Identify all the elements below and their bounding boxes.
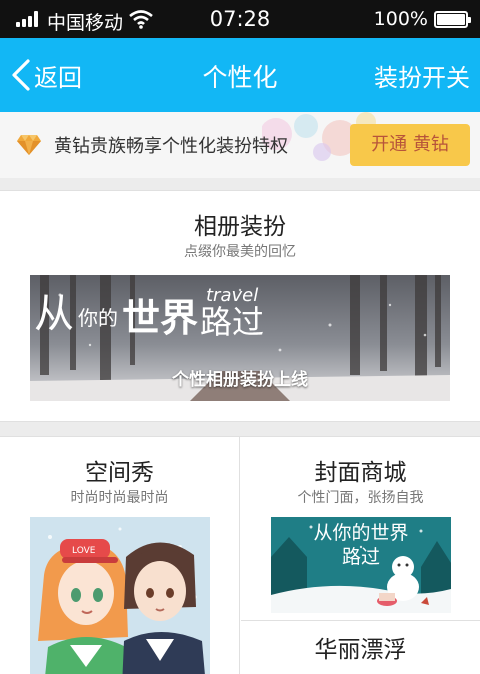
battery-icon: [434, 11, 471, 28]
headline-char-3: 世界: [122, 295, 198, 340]
album-banner-image[interactable]: 从 你的 世界 travel 路过 个性相册装扮上线: [30, 275, 450, 401]
floating-decoration-card[interactable]: 华丽漂浮: [241, 622, 480, 674]
headline-char-1: 从: [34, 291, 74, 337]
chevron-left-icon: [12, 59, 30, 91]
status-bar: 中国移动 07:28 100%: [0, 0, 480, 38]
vip-banner[interactable]: 黄钻贵族畅享个性化装扮特权 开通 黄钻: [0, 112, 480, 178]
album-banner-caption: 个性相册装扮上线: [172, 370, 308, 390]
back-button[interactable]: 返回: [10, 56, 82, 94]
space-show-subtitle: 时尚时尚最时尚: [70, 490, 169, 506]
cover-mall-image[interactable]: 从你的世界 路过: [271, 517, 451, 613]
cap-text: LOVE: [72, 546, 96, 556]
feature-grid: 空间秀 时尚时尚最时尚 LOVE 封面商城 个性门面，张扬自我 从你的世界 路过…: [0, 436, 480, 674]
anime-couple-illustration: LOVE: [30, 517, 210, 674]
battery-percent: 100%: [373, 8, 428, 30]
cover-mall-card[interactable]: 封面商城 个性门面，张扬自我 从你的世界 路过: [241, 437, 480, 621]
vip-promo-text: 黄钻贵族畅享个性化装扮特权: [54, 136, 288, 157]
space-show-card[interactable]: 空间秀 时尚时尚最时尚 LOVE: [0, 437, 240, 674]
cover-image-text-line1: 从你的世界: [313, 522, 409, 544]
album-decoration-section: 相册装扮 点缀你最美的回忆 从 你的 世界 travel 路过 个性相册装扮上线: [0, 190, 480, 422]
album-title: 相册装扮: [194, 214, 286, 240]
album-subtitle: 点缀你最美的回忆: [184, 244, 296, 260]
album-banner-headline: 从 你的 世界 travel 路过: [34, 285, 264, 341]
back-label: 返回: [34, 63, 82, 92]
dress-up-toggle-button[interactable]: 装扮开关: [374, 58, 470, 93]
headline-char-4: 路过: [200, 303, 264, 341]
cover-mall-subtitle: 个性门面，张扬自我: [297, 490, 424, 506]
open-yellow-diamond-button[interactable]: 开通 黄钻: [350, 124, 470, 166]
cover-mall-title: 封面商城: [314, 460, 407, 486]
cover-image-text: 从你的世界 路过: [271, 521, 451, 569]
nav-bar: 返回 个性化 装扮开关: [0, 38, 480, 112]
diamond-icon: [17, 135, 41, 155]
space-show-title: 空间秀: [85, 460, 154, 486]
cover-image-text-line2: 路过: [341, 546, 380, 568]
headline-char-2: 你的: [78, 306, 118, 330]
space-show-image[interactable]: LOVE: [30, 517, 210, 674]
floating-title: 华丽漂浮: [314, 637, 407, 663]
